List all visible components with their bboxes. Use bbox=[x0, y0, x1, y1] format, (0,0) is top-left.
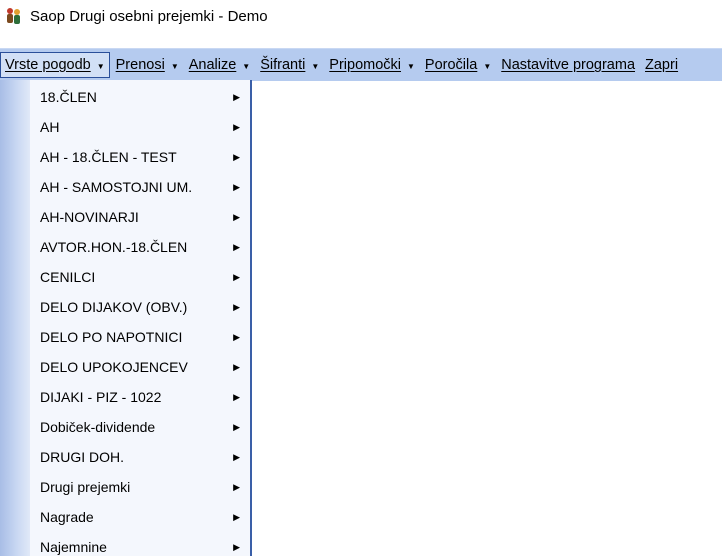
menu-item-label: Nastavitve programa bbox=[501, 57, 636, 73]
title-bar: Saop Drugi osebni prejemki - Demo bbox=[0, 0, 722, 34]
dropdown-item-label: DIJAKI - PIZ - 1022 bbox=[40, 389, 162, 405]
dropdown-item-label: DELO DIJAKOV (OBV.) bbox=[40, 299, 188, 315]
chevron-down-icon: ▼ bbox=[311, 61, 320, 71]
dropdown-item-label: AH - 18.ČLEN - TEST bbox=[40, 149, 177, 165]
submenu-arrow-icon: ▶ bbox=[233, 541, 240, 552]
chevron-down-icon: ▼ bbox=[170, 61, 179, 71]
dropdown-item[interactable]: AH - SAMOSTOJNI UM. ▶ bbox=[30, 172, 250, 202]
chevron-down-icon: ▼ bbox=[242, 61, 251, 71]
dropdown-item[interactable]: 18.ČLEN ▶ bbox=[30, 82, 250, 112]
menu-item-0[interactable]: Vrste pogodb ▼ bbox=[0, 52, 110, 78]
people-icon bbox=[7, 8, 20, 24]
menu-item-6[interactable]: Nastavitve programa bbox=[497, 52, 639, 78]
dropdown-item-label: DELO UPOKOJENCEV bbox=[40, 359, 188, 375]
dropdown-item-label: 18.ČLEN bbox=[40, 89, 97, 105]
submenu-arrow-icon: ▶ bbox=[233, 331, 240, 342]
submenu-arrow-icon: ▶ bbox=[233, 481, 240, 492]
dropdown-item[interactable]: DIJAKI - PIZ - 1022 ▶ bbox=[30, 382, 250, 412]
dropdown-item-label: Drugi prejemki bbox=[40, 479, 131, 495]
dropdown-item-label: DELO PO NAPOTNICI bbox=[40, 329, 183, 345]
submenu-arrow-icon: ▶ bbox=[233, 151, 240, 162]
submenu-arrow-icon: ▶ bbox=[233, 391, 240, 402]
submenu-arrow-icon: ▶ bbox=[233, 361, 240, 372]
dropdown-item[interactable]: CENILCI ▶ bbox=[30, 262, 250, 292]
submenu-arrow-icon: ▶ bbox=[233, 121, 240, 132]
menu-item-label: Pripomočki bbox=[329, 57, 401, 73]
menu-item-label: Analize bbox=[188, 57, 237, 73]
dropdown-item-label: AH bbox=[40, 119, 60, 135]
submenu-arrow-icon: ▶ bbox=[233, 211, 240, 222]
menu-bar: Vrste pogodb ▼ Prenosi ▼ Analize ▼ Šifranti ▼ Pr… bbox=[0, 48, 722, 81]
vrste-pogodb-dropdown: 18.ČLEN ▶ AH ▶ AH - 18.ČLEN - TEST ▶ AH - SAMO… bbox=[0, 80, 252, 556]
dropdown-item[interactable]: Nagrade ▶ bbox=[30, 502, 250, 532]
menu-item-2[interactable]: Analize ▼ bbox=[185, 52, 254, 78]
menu-item-label: Vrste pogodb bbox=[5, 57, 91, 73]
submenu-arrow-icon: ▶ bbox=[233, 511, 240, 522]
dropdown-item-label: Najemnine bbox=[40, 539, 107, 555]
window-title: Saop Drugi osebni prejemki - Demo bbox=[30, 8, 268, 25]
dropdown-item-label: AH - SAMOSTOJNI UM. bbox=[40, 179, 193, 195]
dropdown-menu: 18.ČLEN ▶ AH ▶ AH - 18.ČLEN - TEST ▶ AH - SAMO… bbox=[30, 80, 252, 556]
dropdown-item-label: Dobiček-dividende bbox=[40, 419, 156, 435]
dropdown-item-label: Nagrade bbox=[40, 509, 94, 525]
dropdown-item[interactable]: DRUGI DOH. ▶ bbox=[30, 442, 250, 472]
dropdown-item[interactable]: DELO DIJAKOV (OBV.) ▶ bbox=[30, 292, 250, 322]
dropdown-item[interactable]: Najemnine ▶ bbox=[30, 532, 250, 556]
menu-item-1[interactable]: Prenosi ▼ bbox=[112, 52, 183, 78]
menu-item-3[interactable]: Šifranti ▼ bbox=[256, 52, 323, 78]
menu-item-label: Zapri bbox=[645, 57, 679, 73]
dropdown-item-label: DRUGI DOH. bbox=[40, 449, 124, 465]
dropdown-item-label: AH-NOVINARJI bbox=[40, 209, 139, 225]
submenu-arrow-icon: ▶ bbox=[233, 91, 240, 102]
dropdown-item[interactable]: AVTOR.HON.-18.ČLEN ▶ bbox=[30, 232, 250, 262]
submenu-arrow-icon: ▶ bbox=[233, 301, 240, 312]
submenu-arrow-icon: ▶ bbox=[233, 181, 240, 192]
dropdown-icon-gutter bbox=[0, 80, 30, 556]
submenu-arrow-icon: ▶ bbox=[233, 421, 240, 432]
chevron-down-icon: ▼ bbox=[483, 61, 492, 71]
menu-item-4[interactable]: Pripomočki ▼ bbox=[325, 52, 419, 78]
dropdown-item[interactable]: AH-NOVINARJI ▶ bbox=[30, 202, 250, 232]
dropdown-item[interactable]: Dobiček-dividende ▶ bbox=[30, 412, 250, 442]
dropdown-item[interactable]: DELO UPOKOJENCEV ▶ bbox=[30, 352, 250, 382]
dropdown-item-label: CENILCI bbox=[40, 269, 96, 285]
menu-item-label: Poročila bbox=[424, 57, 478, 73]
menu-item-5[interactable]: Poročila ▼ bbox=[421, 52, 495, 78]
dropdown-item-label: AVTOR.HON.-18.ČLEN bbox=[40, 239, 188, 255]
chevron-down-icon: ▼ bbox=[407, 61, 415, 71]
chevron-down-icon: ▼ bbox=[96, 61, 105, 71]
submenu-arrow-icon: ▶ bbox=[233, 451, 240, 462]
dropdown-item[interactable]: DELO PO NAPOTNICI ▶ bbox=[30, 322, 250, 352]
menu-item-label: Prenosi bbox=[115, 57, 165, 73]
menu-item-7[interactable]: Zapri bbox=[641, 52, 682, 78]
submenu-arrow-icon: ▶ bbox=[233, 271, 240, 282]
dropdown-item[interactable]: AH ▶ bbox=[30, 112, 250, 142]
dropdown-item[interactable]: Drugi prejemki ▶ bbox=[30, 472, 250, 502]
dropdown-item[interactable]: AH - 18.ČLEN - TEST ▶ bbox=[30, 142, 250, 172]
menu-item-label: Šifranti bbox=[260, 57, 306, 73]
submenu-arrow-icon: ▶ bbox=[233, 241, 240, 252]
